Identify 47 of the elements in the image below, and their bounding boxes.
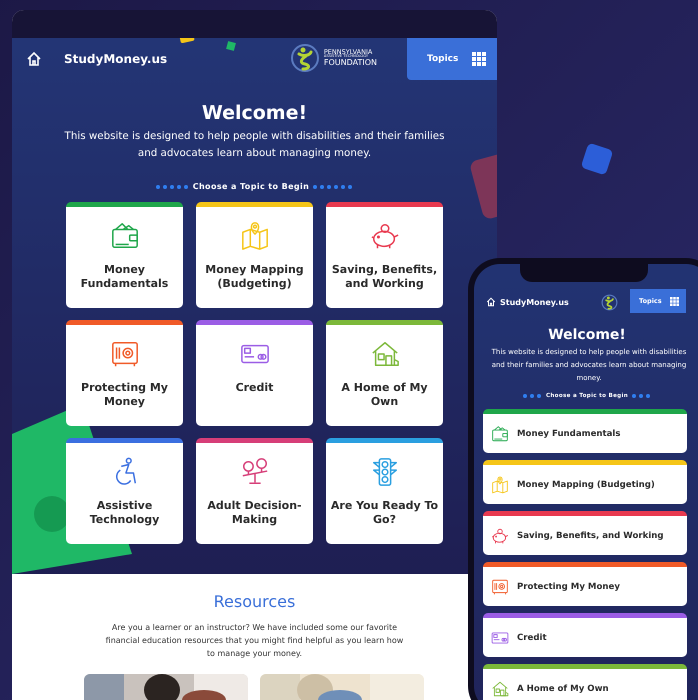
- map-icon: [491, 476, 509, 494]
- piggy-bank-icon: [491, 526, 509, 544]
- site-name[interactable]: StudyMoney.us: [500, 298, 569, 306]
- dot-row-icon: [631, 393, 652, 399]
- home-icon[interactable]: [26, 51, 42, 67]
- topic-item[interactable]: A Home of My Own: [483, 664, 687, 700]
- wallet-icon: [110, 221, 140, 251]
- logo-text: FOUNDATION: [324, 59, 377, 68]
- topic-item[interactable]: Money Mapping (Budgeting): [483, 460, 687, 504]
- intro-text: This website is designed to help people with disabilities and their families and advocates learn about managing money.: [64, 129, 446, 161]
- safe-icon: [491, 578, 509, 596]
- topic-item[interactable]: Protecting My Money: [483, 562, 687, 606]
- topic-card[interactable]: Protecting My Money: [66, 320, 183, 426]
- dot-row-icon: [312, 184, 354, 190]
- dot-row-icon: [154, 184, 190, 190]
- home-icon[interactable]: [486, 297, 496, 307]
- piggy-bank-icon: [370, 221, 400, 251]
- topic-card[interactable]: Credit: [196, 320, 313, 426]
- topics-button[interactable]: Topics: [407, 38, 497, 80]
- logo-icon: [601, 294, 618, 311]
- topic-item[interactable]: Credit: [483, 613, 687, 657]
- topic-card[interactable]: A Home of My Own: [326, 320, 443, 426]
- logo-icon: [290, 43, 320, 73]
- topic-card[interactable]: Money Mapping (Budgeting): [196, 202, 313, 308]
- map-icon: [240, 221, 270, 251]
- topic-card[interactable]: Are You Ready To Go?: [326, 438, 443, 544]
- topic-item[interactable]: Saving, Benefits, and Working: [483, 511, 687, 555]
- topic-card[interactable]: Adult Decision-Making: [196, 438, 313, 544]
- welcome-heading: Welcome!: [547, 327, 627, 343]
- wallet-icon: [491, 424, 509, 442]
- resources-text: Are you a learner or an instructor? We have included some our favorite financial education resources that you might find helpful as you learn how to manage your money.: [104, 622, 404, 660]
- safe-icon: [110, 339, 140, 369]
- house-icon: [370, 339, 400, 369]
- dot-row-icon: [522, 393, 543, 399]
- welcome-heading: Welcome!: [200, 102, 308, 124]
- resources-heading: Resources: [212, 592, 296, 611]
- topic-card[interactable]: Saving, Benefits, and Working: [326, 202, 443, 308]
- topic-card[interactable]: Money Fundamentals: [66, 202, 183, 308]
- scale-icon: [240, 457, 270, 487]
- topic-card[interactable]: Assistive Technology: [66, 438, 183, 544]
- topic-item[interactable]: Money Fundamentals: [483, 409, 687, 453]
- confetti-shape: [226, 41, 236, 51]
- site-name[interactable]: StudyMoney.us: [64, 52, 168, 66]
- grid-icon: [472, 52, 486, 66]
- topic-prompt: Choose a Topic to Begin: [192, 182, 310, 191]
- grid-icon: [670, 296, 679, 306]
- house-icon: [491, 680, 509, 698]
